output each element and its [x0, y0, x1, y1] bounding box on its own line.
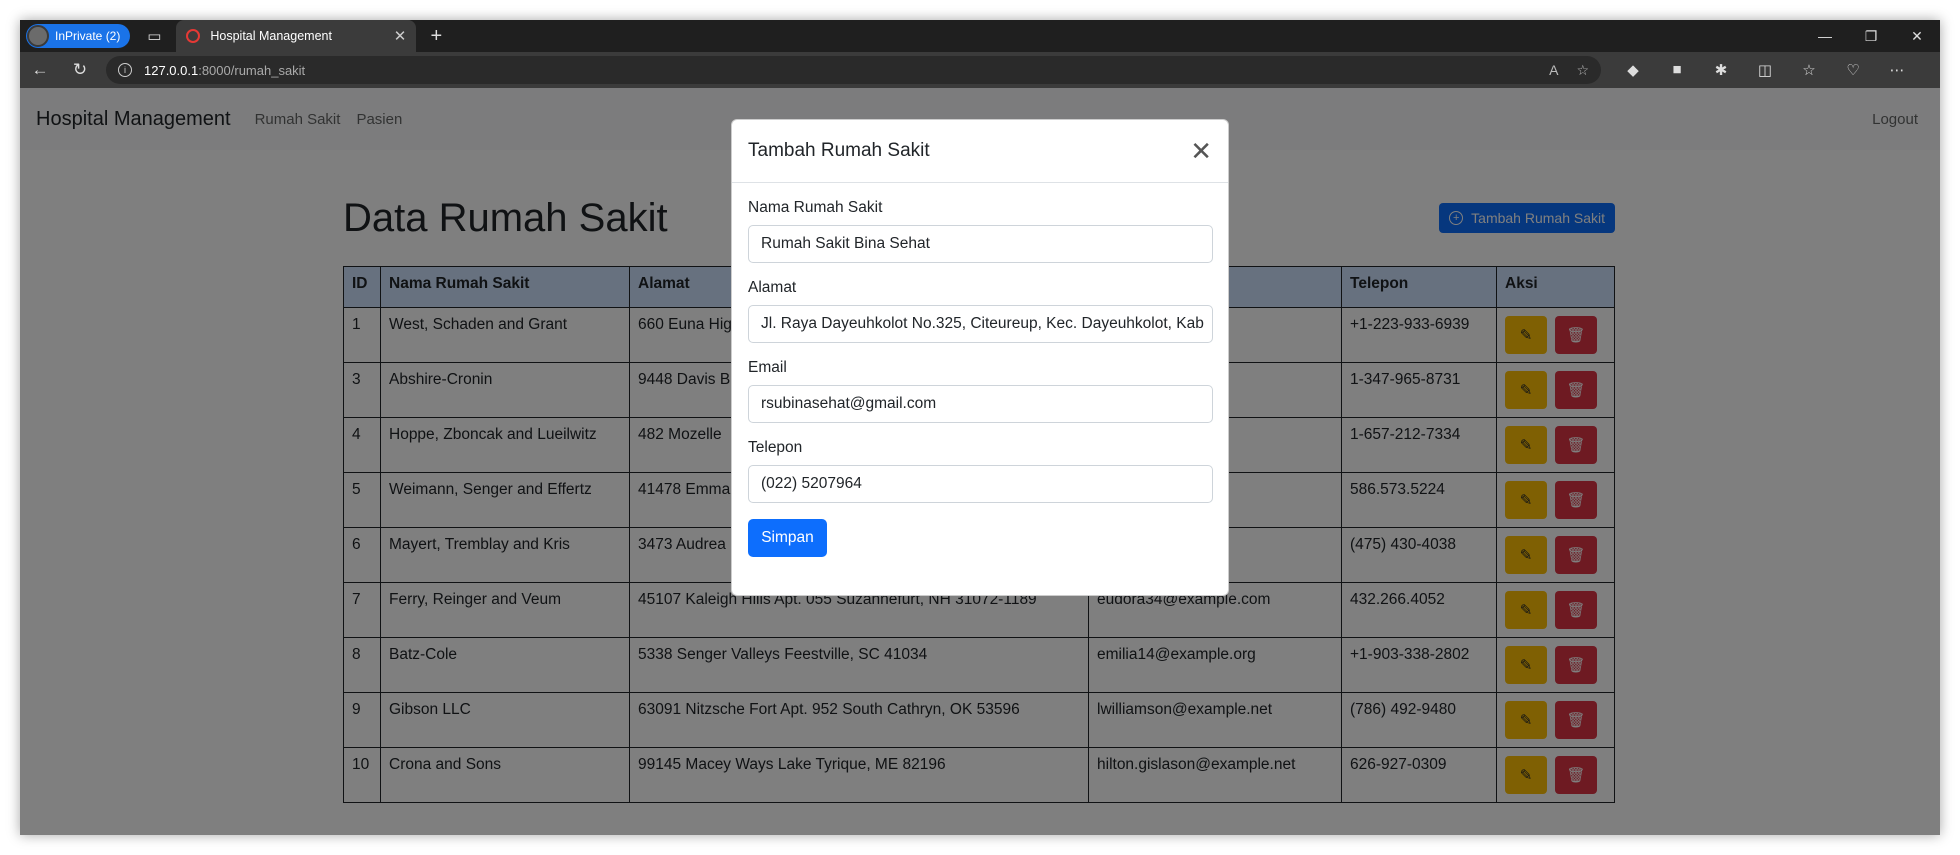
- minimize-icon[interactable]: —: [1802, 20, 1848, 52]
- browser-tab[interactable]: Hospital Management ✕: [176, 20, 417, 52]
- split-screen-icon[interactable]: ◫: [1743, 61, 1787, 79]
- url-path: :8000/rumah_sakit: [198, 62, 306, 78]
- title-bar: InPrivate (2) ▭ Hospital Management ✕ + …: [20, 20, 1940, 52]
- health-icon[interactable]: ♡: [1831, 61, 1875, 79]
- add-hospital-modal: Tambah Rumah Sakit ✕ Nama Rumah Sakit Ru…: [731, 119, 1229, 596]
- alamat-input[interactable]: Jl. Raya Dayeuhkolot No.325, Citeureup, …: [748, 305, 1213, 343]
- back-icon[interactable]: ←: [20, 52, 60, 88]
- restore-icon[interactable]: ❐: [1848, 20, 1894, 52]
- email-label: Email: [748, 359, 787, 376]
- tab-title: Hospital Management: [210, 29, 332, 43]
- modal-title: Tambah Rumah Sakit: [748, 140, 930, 161]
- url-host: 127.0.0.1: [144, 62, 199, 78]
- browser-window: InPrivate (2) ▭ Hospital Management ✕ + …: [20, 20, 1940, 835]
- more-icon[interactable]: ⋯: [1875, 61, 1919, 79]
- favorites-icon[interactable]: ☆: [1787, 61, 1831, 79]
- close-tab-icon[interactable]: ✕: [394, 27, 407, 45]
- url-field[interactable]: i 127.0.0.1 :8000/rumah_sakit A ☆: [106, 56, 1601, 84]
- telepon-label: Telepon: [748, 439, 803, 456]
- favorite-star-icon[interactable]: ☆: [1576, 62, 1589, 79]
- close-window-icon[interactable]: ✕: [1894, 20, 1940, 52]
- extension-icon-2[interactable]: ■: [1655, 61, 1699, 79]
- favicon-icon: [186, 29, 201, 43]
- extensions-puzzle-icon[interactable]: ✱: [1699, 61, 1743, 79]
- info-icon[interactable]: i: [118, 63, 132, 77]
- read-aloud-icon[interactable]: A: [1549, 62, 1558, 79]
- telepon-input[interactable]: (022) 5207964: [748, 465, 1213, 503]
- nama-label: Nama Rumah Sakit: [748, 199, 883, 216]
- tab-actions-icon[interactable]: ▭: [138, 20, 170, 52]
- profile-label: InPrivate (2): [55, 29, 121, 43]
- nama-input[interactable]: Rumah Sakit Bina Sehat: [748, 225, 1213, 263]
- address-bar: ← ↻ i 127.0.0.1 :8000/rumah_sakit A ☆ ◆ …: [20, 52, 1940, 88]
- email-input[interactable]: rsubinasehat@gmail.com: [748, 385, 1213, 423]
- profile-button[interactable]: InPrivate (2): [26, 24, 131, 48]
- save-button[interactable]: Simpan: [748, 519, 827, 557]
- refresh-icon[interactable]: ↻: [60, 52, 100, 88]
- window-controls: — ❐ ✕: [1802, 20, 1940, 52]
- alamat-label: Alamat: [748, 279, 797, 296]
- close-icon[interactable]: ✕: [1190, 138, 1212, 164]
- extension-icon[interactable]: ◆: [1611, 61, 1655, 79]
- avatar: [27, 25, 49, 47]
- new-tab-icon[interactable]: +: [420, 25, 452, 48]
